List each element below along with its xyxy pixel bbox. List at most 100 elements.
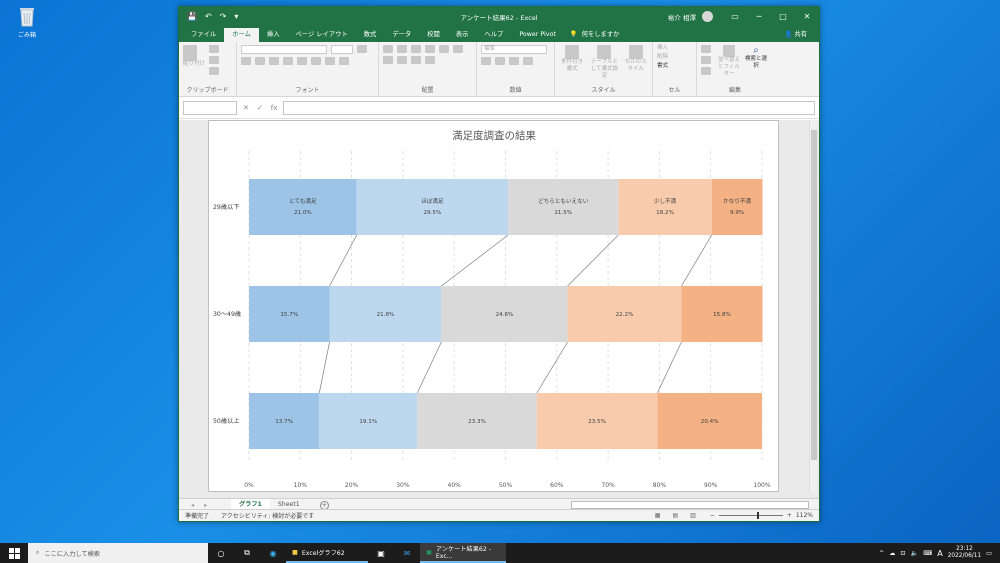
ribbon-display-options-icon[interactable]: ▭ <box>723 12 747 21</box>
ime-indicator[interactable]: A <box>937 549 942 558</box>
cut-icon[interactable] <box>209 45 220 53</box>
orientation-icon[interactable] <box>425 45 435 53</box>
underline-icon[interactable] <box>283 57 293 65</box>
percent-icon[interactable] <box>495 57 505 65</box>
sort-filter-button[interactable]: 並べ替えとフィルター <box>716 45 742 78</box>
undo-icon[interactable]: ↶ <box>205 12 212 21</box>
insert-function-icon[interactable]: fx <box>271 104 278 112</box>
indent-decrease-icon[interactable] <box>411 56 421 64</box>
tab-page-layout[interactable]: ページ レイアウト <box>287 28 355 42</box>
close-button[interactable]: ✕ <box>795 12 819 21</box>
bar-segment[interactable] <box>508 179 619 235</box>
merge-center-icon[interactable] <box>425 56 435 64</box>
insert-cells-button[interactable]: 挿入 <box>657 45 692 52</box>
align-top-icon[interactable] <box>383 45 393 53</box>
increase-decimal-icon[interactable] <box>523 57 533 65</box>
vertical-scrollbar[interactable] <box>809 120 817 492</box>
italic-icon[interactable] <box>269 57 279 65</box>
cell-styles-button[interactable]: セルのスタイル <box>624 45 648 80</box>
normal-view-icon[interactable]: ▦ <box>655 512 661 519</box>
taskbar-app-explorer[interactable]: ■ Excelグラフ62 <box>286 543 368 563</box>
user-name[interactable]: 裕介 相澤 <box>668 12 696 22</box>
bar-segment[interactable] <box>618 179 712 235</box>
zoom-level[interactable]: 112% <box>796 512 813 519</box>
network-icon[interactable]: ⊡ <box>900 550 905 557</box>
align-right-icon[interactable] <box>397 56 407 64</box>
number-format-box[interactable]: 標準 <box>481 45 547 54</box>
currency-icon[interactable] <box>481 57 491 65</box>
minimize-button[interactable]: ─ <box>747 12 771 21</box>
redo-icon[interactable]: ↷ <box>220 12 227 21</box>
taskbar-search[interactable]: ⌕ ここに入力して検索 <box>28 543 208 563</box>
mail-icon[interactable]: ✉ <box>394 543 420 563</box>
conditional-format-button[interactable]: 条件付き書式 <box>559 45 585 80</box>
zoom-slider[interactable] <box>718 512 783 519</box>
maximize-button[interactable]: □ <box>771 12 795 21</box>
keyboard-icon[interactable]: ⌨ <box>923 550 932 557</box>
align-bottom-icon[interactable] <box>411 45 421 53</box>
wrap-text-icon[interactable] <box>439 45 449 53</box>
edge-icon[interactable]: ◉ <box>260 543 286 563</box>
notification-icon[interactable]: ▭ <box>986 550 992 557</box>
format-cells-button[interactable]: 書式 <box>657 63 692 70</box>
format-painter-icon[interactable] <box>209 67 220 75</box>
taskbar-app-excel[interactable]: ▣ アンケート結果62 - Exc... <box>420 543 506 563</box>
bar-segment[interactable] <box>249 179 357 235</box>
find-select-button[interactable]: ⌕ 検索と選択 <box>745 45 767 78</box>
page-layout-view-icon[interactable]: ▤ <box>672 512 678 519</box>
align-center-icon[interactable] <box>383 56 393 64</box>
format-as-table-button[interactable]: テーブルとして書式設定 <box>589 45 619 80</box>
chart-title[interactable]: 満足度調査の結果 <box>452 129 536 142</box>
horizontal-scrollbar[interactable] <box>571 501 809 509</box>
prev-sheet-icon[interactable]: ◂ <box>191 502 194 509</box>
customize-qat-icon[interactable]: ▾ <box>234 12 238 21</box>
align-middle-icon[interactable] <box>397 45 407 53</box>
copy-icon[interactable] <box>209 56 220 64</box>
paste-button[interactable]: 貼り付け <box>183 45 205 75</box>
avatar[interactable] <box>702 11 713 22</box>
tell-me-search[interactable]: 💡 何をしますか <box>570 28 620 42</box>
tab-power-pivot[interactable]: Power Pivot <box>511 28 564 42</box>
zoom-out-icon[interactable]: − <box>710 512 715 519</box>
zoom-in-icon[interactable]: + <box>787 512 792 519</box>
clear-icon[interactable] <box>701 67 711 75</box>
share-button[interactable]: 👤 共有 <box>785 28 807 42</box>
borders-icon[interactable] <box>297 57 307 65</box>
show-hidden-icons-icon[interactable]: ^ <box>879 550 884 557</box>
confirm-entry-icon[interactable]: ✓ <box>257 104 263 112</box>
fill-color-icon[interactable] <box>311 57 321 65</box>
volume-icon[interactable]: 🔈 <box>911 549 919 557</box>
tab-review[interactable]: 校閲 <box>419 28 448 42</box>
calendar-icon[interactable]: ▣ <box>368 543 394 563</box>
recycle-bin-shortcut[interactable]: ごみ箱 <box>12 4 42 39</box>
formula-input[interactable] <box>283 100 815 115</box>
onedrive-icon[interactable]: ☁ <box>889 550 895 557</box>
save-icon[interactable]: 💾 <box>187 12 197 21</box>
stacked-bar-chart[interactable]: 満足度調査の結果 29歳以下 とても満足 21.0% ほぼ満足 29.5% どちらともいえ… <box>209 121 780 493</box>
bold-icon[interactable] <box>255 57 265 65</box>
task-view-icon[interactable]: ⧉ <box>234 543 260 563</box>
phonetic-icon[interactable] <box>339 57 349 65</box>
bar-segment[interactable] <box>711 179 763 235</box>
accessibility-status[interactable]: アクセシビリティ: 検討が必要です <box>221 511 314 520</box>
start-button[interactable] <box>0 543 28 563</box>
tab-help[interactable]: ヘルプ <box>476 28 511 42</box>
page-break-view-icon[interactable]: ▥ <box>690 512 696 519</box>
tab-insert[interactable]: 挿入 <box>259 28 288 42</box>
autosum-icon[interactable] <box>701 45 711 53</box>
name-box[interactable] <box>183 100 237 115</box>
comma-icon[interactable] <box>509 57 519 65</box>
tab-data[interactable]: データ <box>384 28 419 42</box>
tab-file[interactable]: ファイル <box>183 28 224 42</box>
clock[interactable]: 23:12 2022/06/11 <box>948 546 981 560</box>
scrollbar-thumb[interactable] <box>811 130 817 460</box>
chart-area[interactable]: 満足度調査の結果 29歳以下 とても満足 21.0% ほぼ満足 29.5% どちらともいえ… <box>208 120 779 492</box>
cortana-icon[interactable]: ○ <box>208 543 234 563</box>
bar-segment[interactable] <box>356 179 509 235</box>
tab-home[interactable]: ホーム <box>224 28 259 42</box>
font-name-box[interactable] <box>241 45 327 54</box>
delete-cells-button[interactable]: 削除 <box>657 54 692 61</box>
font-size-box[interactable] <box>331 45 353 54</box>
cancel-entry-icon[interactable]: ✕ <box>243 104 249 112</box>
fill-icon[interactable] <box>701 56 711 64</box>
